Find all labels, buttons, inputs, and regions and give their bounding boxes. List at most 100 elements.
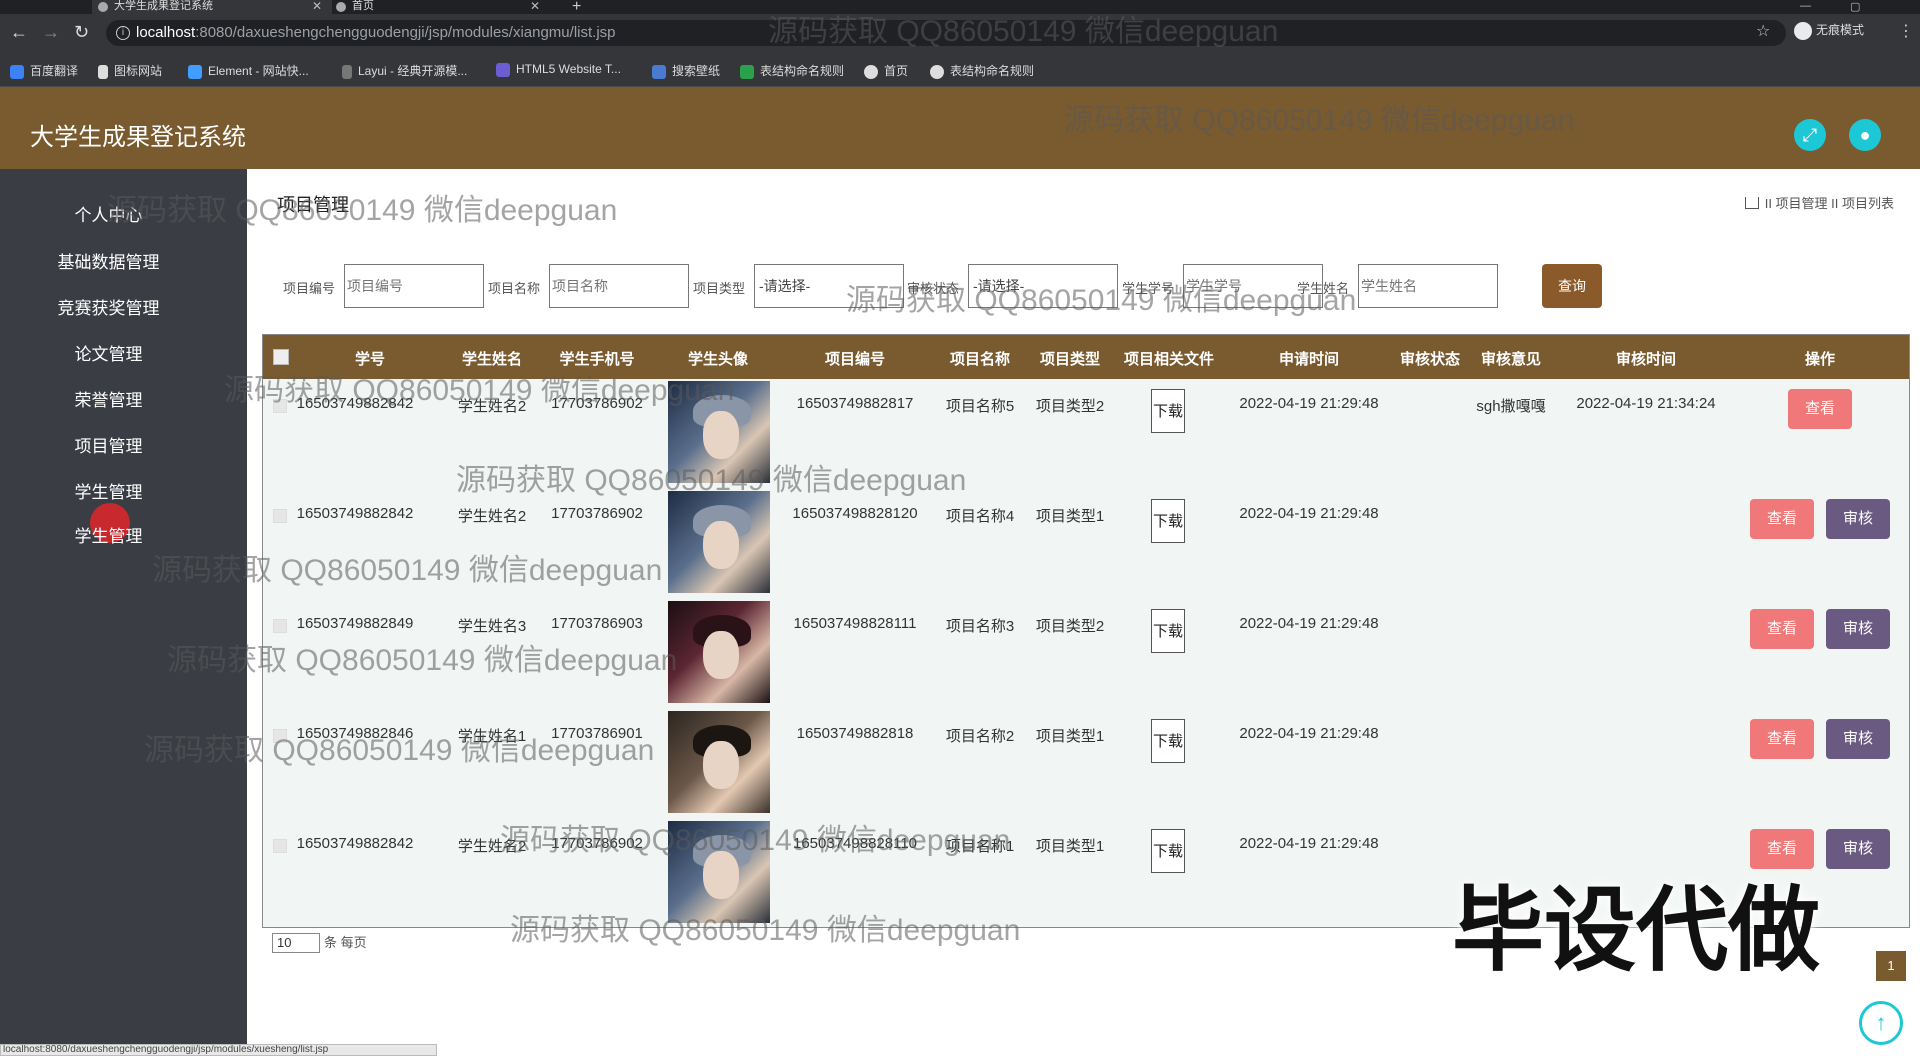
cell-apply-time: 2022-04-19 21:29:48 bbox=[1239, 835, 1379, 852]
col-header: 审核意见 bbox=[1480, 351, 1542, 368]
download-button[interactable]: 下载 bbox=[1151, 499, 1185, 543]
bookmark-star-icon[interactable]: ☆ bbox=[1756, 21, 1770, 41]
watermark-text: 源码获取 QQ86050149 微信deepguan bbox=[768, 15, 1279, 48]
row-checkbox[interactable] bbox=[273, 619, 287, 633]
search-label: 项目编号 bbox=[283, 281, 336, 296]
search-label: 项目类型 bbox=[693, 281, 746, 296]
back-icon[interactable]: ← bbox=[10, 23, 28, 41]
bookmark-item[interactable]: 首页 bbox=[864, 62, 908, 79]
back-to-top-icon[interactable]: ↑ bbox=[1859, 1001, 1903, 1045]
sidebar-item-project[interactable]: 项目管理 bbox=[0, 432, 217, 457]
bookmark-item[interactable]: 表结构命名规则 bbox=[930, 62, 1034, 79]
bookmark-item[interactable]: 搜索壁纸 bbox=[652, 62, 720, 79]
view-button[interactable]: 查看 bbox=[1788, 389, 1852, 429]
watermark-text: 源码获取 QQ86050149 微信deepguan bbox=[846, 284, 1357, 317]
page-size-control: 10 条 每页 bbox=[272, 932, 367, 953]
view-button[interactable]: 查看 bbox=[1750, 719, 1814, 759]
browser-tab[interactable]: 首页 ✕ bbox=[330, 0, 550, 14]
sidebar-item-basic-data[interactable]: 基础数据管理 bbox=[0, 248, 217, 273]
html5-icon bbox=[496, 62, 510, 77]
download-button[interactable]: 下载 bbox=[1151, 609, 1185, 653]
watermark-text: 源码获取 QQ86050149 微信deepguan bbox=[167, 644, 678, 677]
cell-student-name: 学生姓名2 bbox=[457, 508, 527, 525]
sidebar-item-competition[interactable]: 竞赛获奖管理 bbox=[0, 294, 217, 319]
tab-title: 大学生成果登记系统 bbox=[114, 0, 213, 12]
avatar-face bbox=[703, 741, 739, 789]
bookmark-item[interactable]: Element - 网站快... bbox=[188, 62, 309, 79]
col-header: 审核状态 bbox=[1399, 351, 1461, 368]
row-checkbox[interactable] bbox=[273, 509, 287, 523]
home-icon[interactable] bbox=[1744, 197, 1759, 209]
cell-student-id: 16503749882849 bbox=[296, 615, 414, 632]
search-label: 项目名称 bbox=[488, 281, 541, 296]
site-info-icon[interactable]: i bbox=[116, 26, 130, 40]
element-icon bbox=[188, 64, 202, 79]
browser-tab-active[interactable]: 大学生成果登记系统 ✕ bbox=[92, 0, 332, 14]
col-header: 操作 bbox=[1804, 351, 1836, 368]
row-checkbox[interactable] bbox=[273, 839, 287, 853]
avatar-face bbox=[703, 521, 739, 569]
sidebar-item-paper[interactable]: 论文管理 bbox=[0, 340, 217, 365]
close-tab-icon[interactable]: ✕ bbox=[530, 0, 540, 12]
status-bar-url: localhost:8080/daxueshengchengguodengji/… bbox=[0, 1044, 437, 1056]
student-avatar bbox=[668, 711, 770, 813]
minimize-icon[interactable]: — bbox=[1800, 0, 1811, 12]
download-button[interactable]: 下载 bbox=[1151, 389, 1185, 433]
watermark-text: 源码获取 QQ86050149 微信deepguan bbox=[224, 374, 735, 407]
tab-favicon-icon bbox=[98, 2, 108, 12]
audit-button[interactable]: 审核 bbox=[1826, 609, 1890, 649]
audit-button[interactable]: 审核 bbox=[1826, 829, 1890, 869]
cell-apply-time: 2022-04-19 21:29:48 bbox=[1239, 395, 1379, 412]
audit-button[interactable]: 审核 bbox=[1826, 499, 1890, 539]
sidebar-item-student[interactable]: 学生管理 bbox=[0, 478, 217, 503]
cell-apply-time: 2022-04-19 21:29:48 bbox=[1239, 505, 1379, 522]
forward-icon[interactable]: → bbox=[42, 23, 60, 41]
sidebar: 个人中心 基础数据管理 竞赛获奖管理 论文管理 荣誉管理 项目管理 学生管理 学… bbox=[0, 169, 247, 1056]
reload-icon[interactable]: ↻ bbox=[74, 23, 89, 41]
download-button[interactable]: 下载 bbox=[1151, 719, 1185, 763]
audit-button[interactable]: 审核 bbox=[1826, 719, 1890, 759]
cell-project-type: 项目类型1 bbox=[1035, 508, 1105, 525]
sidebar-subitem-student[interactable]: 学生管理 bbox=[0, 522, 217, 547]
browser-menu-icon[interactable]: ⋮ bbox=[1898, 21, 1914, 41]
project-name-input[interactable] bbox=[549, 264, 689, 308]
bookmark-item[interactable]: 表结构命名规则 bbox=[740, 62, 844, 79]
watermark-text: 源码获取 QQ86050149 微信deepguan bbox=[500, 824, 1011, 857]
sidebar-item-honor[interactable]: 荣誉管理 bbox=[0, 386, 217, 411]
cell-project-code: 16503749882817 bbox=[796, 395, 914, 412]
bookmark-item[interactable]: 图标网站 bbox=[98, 62, 162, 79]
view-button[interactable]: 查看 bbox=[1750, 609, 1814, 649]
maximize-icon[interactable]: ▢ bbox=[1850, 0, 1860, 13]
user-avatar-icon[interactable]: ● bbox=[1849, 119, 1881, 151]
bookmarks-bar: 百度翻译 图标网站 Element - 网站快... Layui - 经典开源模… bbox=[0, 52, 1920, 87]
cell-project-code: 16503749882818 bbox=[796, 725, 914, 742]
student-name-input[interactable] bbox=[1358, 264, 1498, 308]
wallpaper-icon bbox=[652, 64, 666, 79]
page-size-select[interactable]: 10 bbox=[272, 933, 320, 953]
url-path: :8080/daxueshengchengguodengji/jsp/modul… bbox=[195, 24, 616, 41]
bookmark-item[interactable]: Layui - 经典开源模... bbox=[342, 62, 467, 79]
app-header: 大学生成果登记系统 ⤢ ● bbox=[0, 87, 1920, 169]
cell-student-id: 16503749882842 bbox=[296, 505, 414, 522]
avatar-face bbox=[703, 411, 739, 459]
download-button[interactable]: 下载 bbox=[1151, 829, 1185, 873]
watermark-text: 源码获取 QQ86050149 微信deepguan bbox=[510, 914, 1021, 947]
incognito-profile[interactable]: 无痕模式 bbox=[1794, 21, 1864, 40]
bookmark-item[interactable]: HTML5 Website T... bbox=[496, 62, 621, 77]
cell-phone: 17703786903 bbox=[551, 615, 643, 632]
flag-icon bbox=[98, 64, 108, 79]
sheet-icon bbox=[740, 64, 754, 79]
pagination-page-button[interactable]: 1 bbox=[1876, 951, 1906, 981]
search-button[interactable]: 查询 bbox=[1542, 264, 1602, 308]
cell-student-id: 16503749882842 bbox=[296, 835, 414, 852]
cell-project-type: 项目类型2 bbox=[1035, 398, 1105, 415]
project-code-input[interactable] bbox=[344, 264, 484, 308]
select-all-checkbox[interactable] bbox=[273, 349, 289, 365]
close-tab-icon[interactable]: ✕ bbox=[312, 0, 322, 12]
view-button[interactable]: 查看 bbox=[1750, 499, 1814, 539]
globe-icon bbox=[930, 64, 944, 79]
cell-project-name: 项目名称5 bbox=[945, 398, 1015, 415]
bookmark-item[interactable]: 百度翻译 bbox=[10, 62, 78, 79]
cell-audit-time: 2022-04-19 21:34:24 bbox=[1576, 395, 1716, 412]
fullscreen-icon[interactable]: ⤢ bbox=[1794, 119, 1826, 151]
